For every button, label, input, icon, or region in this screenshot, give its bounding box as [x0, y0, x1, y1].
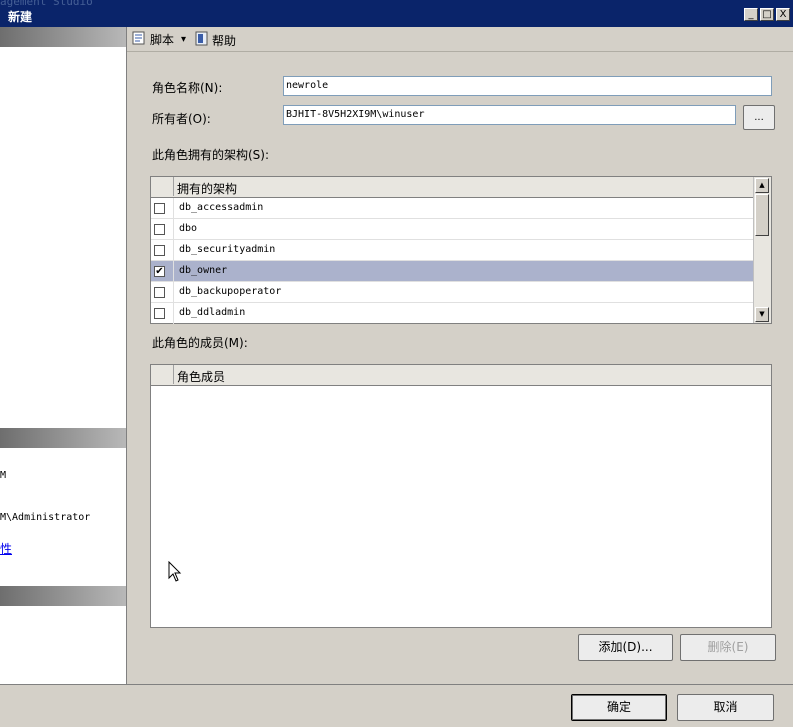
schema-row[interactable]: dbo	[151, 219, 754, 240]
title-bar: agement Studio 新建 _ □ X	[0, 0, 793, 27]
schema-name: db_backupoperator	[179, 286, 282, 297]
row-divider	[173, 282, 174, 303]
schema-checkbox[interactable]	[154, 308, 165, 319]
schema-checkbox-checked[interactable]: ✔	[154, 266, 165, 277]
row-divider	[173, 261, 174, 282]
scroll-down-arrow-icon[interactable]: ▼	[755, 307, 769, 322]
schema-row[interactable]: db_ddladmin	[151, 303, 754, 324]
add-member-button[interactable]: 添加(D)...	[578, 634, 673, 661]
schema-name: db_ddladmin	[179, 307, 246, 318]
owner-input[interactable]: BJHIT-8V5H2XI9M\winuser	[283, 105, 736, 125]
left-navigation-pane: M M\Administrator 性	[0, 27, 127, 684]
schema-row[interactable]: db_accessadmin	[151, 198, 754, 219]
script-button[interactable]: 脚本 ▾	[131, 31, 186, 48]
members-grid-header-corner	[151, 365, 174, 384]
background-window-text: agement Studio	[0, 0, 93, 8]
row-divider	[173, 219, 174, 240]
help-button[interactable]: 帮助	[195, 31, 236, 49]
connection-server-text: M	[0, 470, 7, 481]
row-divider	[173, 303, 174, 324]
mouse-cursor-icon	[168, 560, 182, 586]
row-divider	[173, 240, 174, 261]
owner-label: 所有者(O):	[152, 112, 211, 126]
close-button[interactable]: X	[776, 8, 790, 21]
role-name-label: 角色名称(N):	[152, 81, 223, 95]
schemas-label: 此角色拥有的架构(S):	[152, 148, 270, 162]
schema-name: db_securityadmin	[179, 244, 276, 255]
schema-row[interactable]: db_securityadmin	[151, 240, 754, 261]
schema-checkbox[interactable]	[154, 203, 165, 214]
minimize-button[interactable]: _	[744, 8, 758, 21]
schema-name: db_accessadmin	[179, 202, 264, 213]
remove-member-button[interactable]: 删除(E)	[680, 634, 776, 661]
schema-checkbox[interactable]	[154, 287, 165, 298]
left-section-header-connection	[0, 428, 126, 448]
role-members-grid[interactable]: 角色成员	[150, 364, 772, 628]
schemas-scrollbar[interactable]: ▲ ▼	[753, 177, 771, 323]
role-name-input[interactable]: newrole	[283, 76, 772, 96]
owned-schemas-grid[interactable]: 拥有的架构 db_accessadmin dbo db_securityadmi…	[150, 176, 772, 324]
schema-row-selected[interactable]: ✔ db_owner	[151, 261, 754, 282]
ok-button[interactable]: 确定	[571, 694, 667, 721]
maximize-button[interactable]: □	[760, 8, 774, 21]
schema-name: dbo	[179, 223, 198, 234]
left-section-header-select-page	[0, 27, 126, 47]
script-icon	[131, 31, 147, 48]
toolbar: 脚本 ▾ 帮助	[127, 27, 793, 52]
schemas-grid-header: 拥有的架构	[151, 177, 754, 198]
schema-row[interactable]: db_backupoperator	[151, 282, 754, 303]
connection-user-text: M\Administrator	[0, 512, 91, 523]
scrollbar-thumb[interactable]	[755, 194, 769, 236]
members-label: 此角色的成员(M):	[152, 336, 248, 350]
schema-checkbox[interactable]	[154, 224, 165, 235]
view-connection-properties-link[interactable]: 性	[0, 540, 12, 557]
schemas-grid-header-corner	[151, 177, 174, 196]
dialog-button-bar: 确定 取消	[0, 684, 793, 727]
script-button-label: 脚本	[150, 33, 175, 47]
help-button-label: 帮助	[212, 33, 237, 48]
browse-owner-button[interactable]: ...	[743, 105, 775, 130]
row-divider	[173, 198, 174, 219]
window-title: 新建	[8, 10, 33, 24]
scroll-up-arrow-icon[interactable]: ▲	[755, 178, 769, 193]
members-grid-header: 角色成员	[151, 365, 771, 386]
schema-name: db_owner	[179, 265, 228, 276]
left-section-header-progress	[0, 586, 126, 606]
role-members-column-header[interactable]: 角色成员	[177, 368, 225, 385]
owned-schemas-column-header[interactable]: 拥有的架构	[177, 180, 237, 197]
schema-checkbox[interactable]	[154, 245, 165, 256]
cancel-button[interactable]: 取消	[677, 694, 774, 721]
chevron-down-icon[interactable]: ▾	[181, 34, 186, 45]
help-icon	[195, 31, 209, 49]
